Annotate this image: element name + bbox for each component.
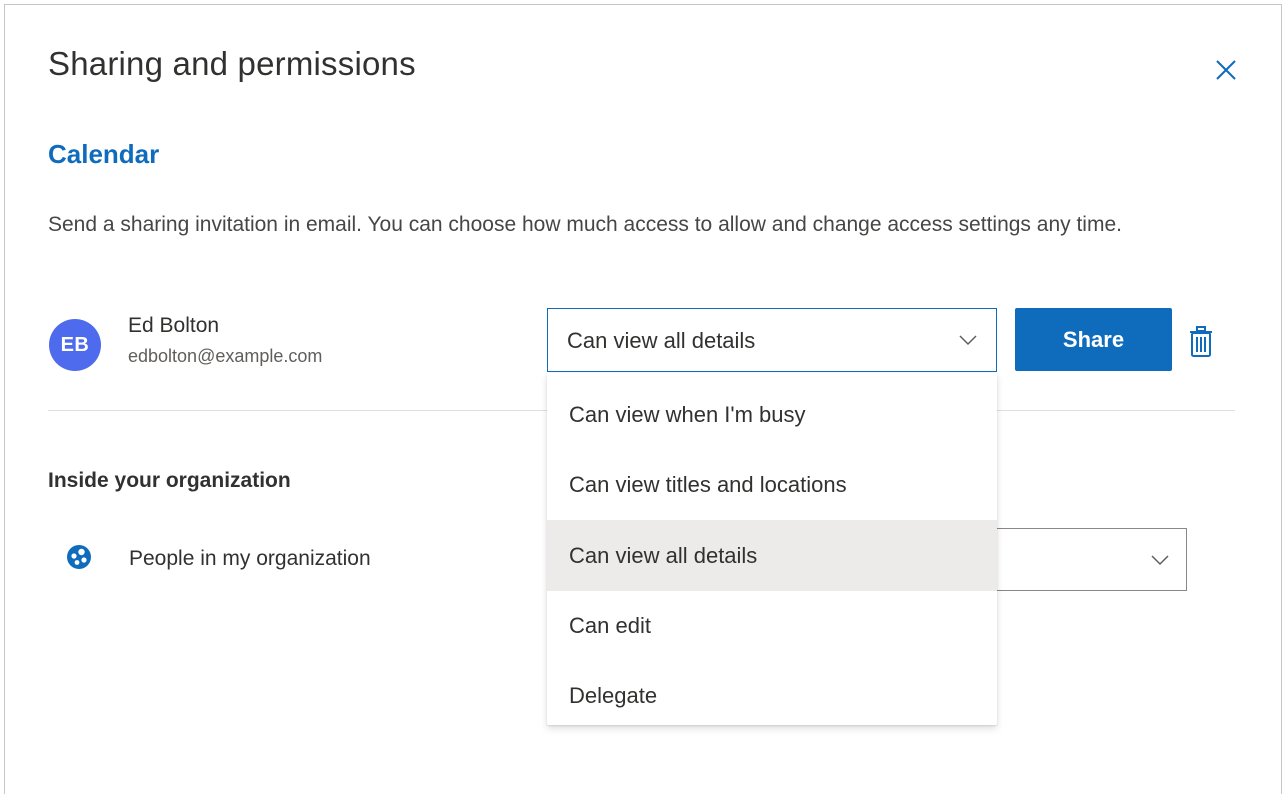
- option-can-edit[interactable]: Can edit: [547, 590, 997, 661]
- people-org-icon: [67, 545, 91, 569]
- option-delegate[interactable]: Delegate: [547, 660, 997, 731]
- option-can-view-all-details[interactable]: Can view all details: [547, 520, 997, 591]
- chevron-down-icon: [959, 335, 977, 346]
- chevron-down-icon: [1151, 555, 1169, 566]
- share-button[interactable]: Share: [1015, 308, 1172, 371]
- close-icon[interactable]: [1211, 55, 1241, 85]
- permission-dropdown-menu: Can view when I'm busy Can view titles a…: [547, 373, 997, 725]
- sharing-description: Send a sharing invitation in email. You …: [48, 213, 1122, 236]
- option-can-view-busy[interactable]: Can view when I'm busy: [547, 379, 997, 450]
- calendar-heading: Calendar: [48, 139, 160, 169]
- recipient-permission-select[interactable]: Can view all details: [547, 308, 997, 372]
- recipient-name: Ed Bolton: [128, 314, 220, 337]
- dialog-title: Sharing and permissions: [48, 45, 416, 82]
- recipient-email: edbolton@example.com: [128, 346, 323, 366]
- organization-label: People in my organization: [129, 547, 371, 570]
- recipient-permission-value: Can view all details: [567, 328, 756, 353]
- trash-icon[interactable]: [1188, 325, 1214, 359]
- sharing-dialog: Sharing and permissions Calendar Send a …: [4, 4, 1282, 794]
- avatar: EB: [49, 319, 101, 371]
- organization-heading: Inside your organization: [48, 469, 291, 492]
- option-can-view-titles-locations[interactable]: Can view titles and locations: [547, 449, 997, 520]
